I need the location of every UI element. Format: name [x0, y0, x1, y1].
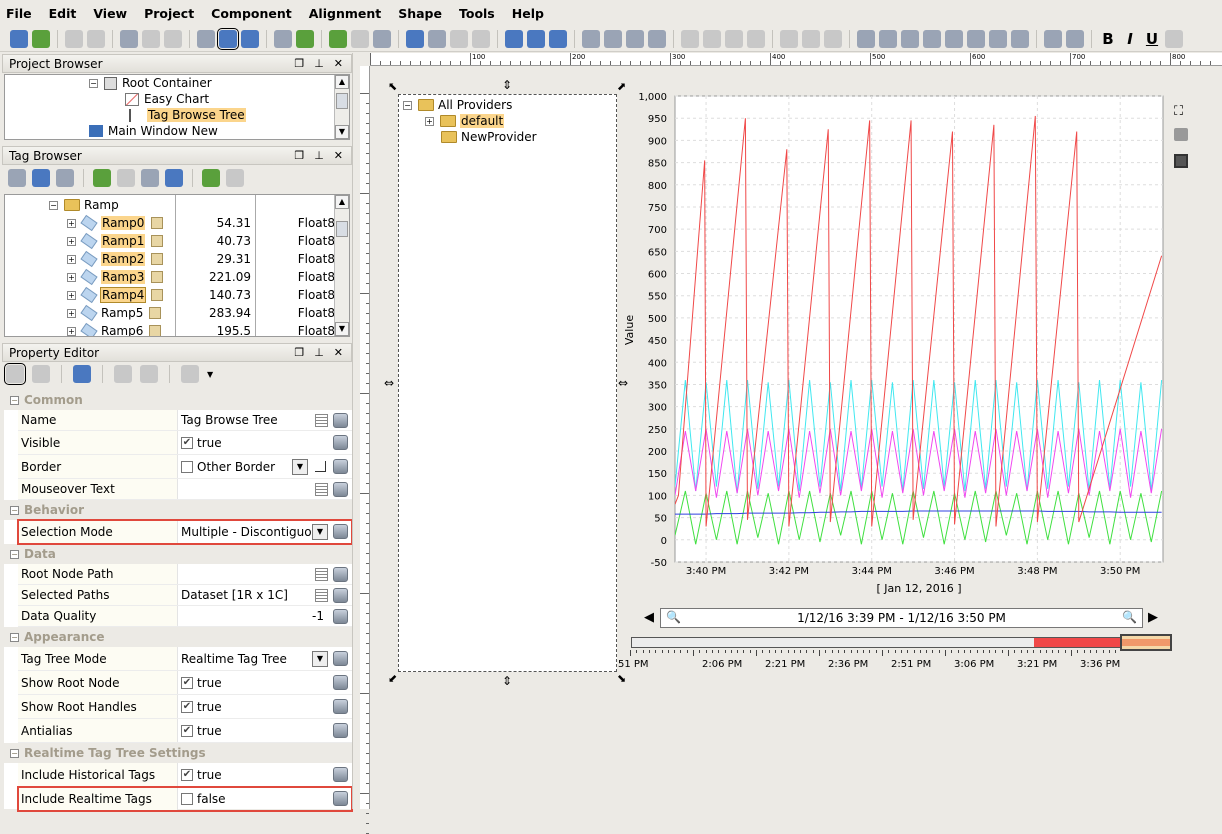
zoom-out-icon[interactable]: 🔍	[666, 610, 681, 624]
y-tick-label: 900	[648, 136, 667, 147]
overview-tick-label: 2:51 PM	[891, 659, 932, 670]
y-tick-label: 50	[654, 514, 667, 525]
date-range-field[interactable]: 🔍 1/12/16 3:39 PM - 1/12/16 3:50 PM 🔍	[660, 608, 1143, 628]
y-tick-label: 350	[648, 380, 667, 391]
y-tick-label: 450	[648, 336, 667, 347]
y-tick-label: 500	[648, 314, 667, 325]
y-tick-label: 800	[648, 181, 667, 192]
x-tick-label: 3:42 PM	[769, 566, 809, 577]
x-tick-label: 3:44 PM	[852, 566, 892, 577]
overview-tick-label: 2:21 PM	[765, 659, 806, 670]
y-tick-label: 750	[648, 203, 667, 214]
y-tick-label: 200	[648, 447, 667, 458]
overview-tick-label: 3:06 PM	[954, 659, 995, 670]
y-tick-label: 950	[648, 114, 667, 125]
range-selector-handle[interactable]	[1120, 634, 1172, 651]
y-tick-label: 1,000	[638, 92, 667, 103]
x-tick-label: 3:46 PM	[934, 566, 974, 577]
overview-tick-label: 3:36 PM	[1080, 659, 1121, 670]
y-tick-label: 550	[648, 292, 667, 303]
scroll-right-arrow[interactable]: ▶	[1148, 610, 1158, 625]
y-tick-label: 100	[648, 491, 667, 502]
overview-tick-label: 51 PM	[618, 659, 649, 670]
overview-tick-label: 2:36 PM	[828, 659, 869, 670]
zoom-in-icon[interactable]: 🔍	[1122, 610, 1137, 624]
overview-range-bar[interactable]	[631, 634, 1172, 651]
y-tick-label: 150	[648, 469, 667, 480]
zoom-fit-icon[interactable]: ⛶	[1174, 104, 1183, 119]
overview-axis: 51 PM 2:06 PM 2:21 PM 2:36 PM 2:51 PM 3:06 PM…	[618, 650, 1178, 674]
save-icon[interactable]	[1174, 154, 1188, 168]
x-tick-label: 3:40 PM	[686, 566, 726, 577]
y-tick-label: 850	[648, 159, 667, 170]
y-axis-label: Value	[623, 315, 636, 345]
y-tick-label: 300	[648, 403, 667, 414]
y-tick-label: 600	[648, 270, 667, 281]
y-tick-label: 0	[661, 536, 667, 547]
x-axis-label: [ Jan 12, 2016 ]	[876, 582, 961, 595]
x-tick-label: 3:50 PM	[1100, 566, 1140, 577]
easy-chart[interactable]: 1,00095090085080075070065060055050045040…	[0, 0, 1222, 809]
y-tick-label: 250	[648, 425, 667, 436]
x-tick-label: 3:48 PM	[1017, 566, 1057, 577]
y-tick-label: -50	[651, 558, 667, 569]
overview-tick-label: 2:06 PM	[702, 659, 743, 670]
y-tick-label: 700	[648, 225, 667, 236]
y-tick-label: 650	[648, 247, 667, 258]
y-tick-label: 400	[648, 358, 667, 369]
print-icon[interactable]	[1174, 128, 1188, 141]
scroll-left-arrow[interactable]: ◀	[644, 610, 654, 625]
overview-tick-label: 3:21 PM	[1017, 659, 1058, 670]
